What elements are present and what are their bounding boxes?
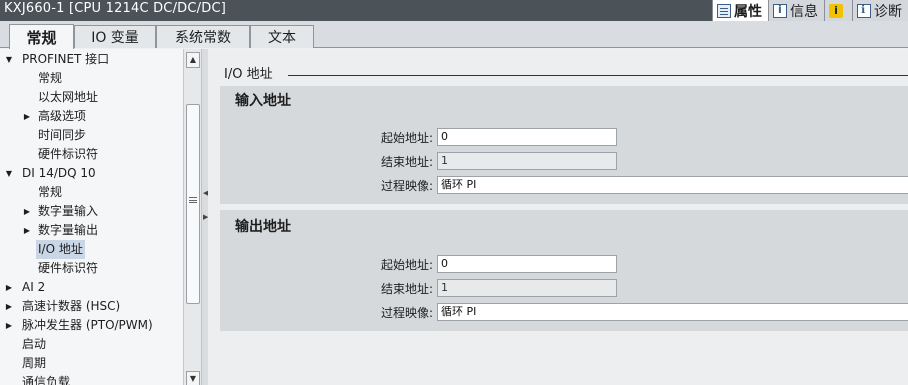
tree-item-label: 时间同步 — [38, 128, 87, 142]
input-end-address-field: 1 — [437, 152, 617, 170]
inspector-tabs: 属性 信息 i 诊断 — [712, 0, 908, 21]
output-process-image-label: 过程映像: — [380, 306, 433, 320]
tree-item[interactable]: ▼ PROFINET 接口 — [0, 50, 183, 69]
tree-item-label: 硬件标识符 — [38, 261, 99, 275]
tree-item[interactable]: ▶ 数字量输出 — [0, 221, 183, 240]
tree-item-label: I/O 地址 — [36, 240, 85, 259]
tree-item[interactable]: 周期 — [0, 354, 183, 373]
tab-general[interactable]: 常规 — [9, 24, 74, 49]
input-process-image-select[interactable]: 循环 PI — [437, 176, 908, 194]
tree-item[interactable]: 以太网地址 — [0, 88, 183, 107]
input-address-section: 输入地址 起始地址: 0 结束地址: 1 过程映像: 循环 PI — [220, 86, 908, 204]
tab-texts[interactable]: 文本 — [250, 25, 314, 48]
collapse-arrow-icon[interactable]: ▶ — [4, 278, 14, 297]
inspector-tab-info-label: 信息 — [790, 3, 818, 20]
tree-item-label: 高级选项 — [38, 109, 87, 123]
tab-strip: 常规 IO 变量 系统常数 文本 — [0, 21, 908, 49]
output-address-heading: 输出地址 — [235, 219, 291, 235]
collapse-arrow-icon[interactable]: ▶ — [22, 202, 32, 221]
scroll-thumb[interactable] — [186, 104, 200, 304]
tree-item[interactable]: ▶ 数字量输入 — [0, 202, 183, 221]
tree-item[interactable]: 硬件标识符 — [0, 259, 183, 278]
tree-item-label: 以太网地址 — [38, 90, 99, 104]
output-start-address-label: 起始地址: — [380, 258, 433, 272]
tree-item[interactable]: ▼ DI 14/DQ 10 — [0, 164, 183, 183]
expand-arrow-icon[interactable]: ▼ — [4, 164, 14, 183]
tree-item-label: DI 14/DQ 10 — [22, 166, 96, 180]
inspector-tab-diagnostics-label: 诊断 — [874, 3, 902, 20]
window-title: KXJ660-1 [CPU 1214C DC/DC/DC] — [4, 1, 226, 16]
input-start-address-label: 起始地址: — [380, 131, 433, 145]
tree-item-label: 常规 — [38, 185, 63, 199]
inspector-tab-warning[interactable]: i — [824, 0, 852, 21]
tree-item[interactable]: 时间同步 — [0, 126, 183, 145]
expand-arrow-icon[interactable]: ▼ — [4, 50, 14, 69]
section-title-divider — [288, 75, 908, 76]
input-start-address-field[interactable]: 0 — [437, 128, 617, 146]
inspector-tab-info[interactable]: 信息 — [768, 0, 824, 21]
inspector-tab-properties-label: 属性 — [734, 3, 762, 20]
tree-item[interactable]: 启动 — [0, 335, 183, 354]
panel-splitter[interactable]: ◀ ▶ — [201, 49, 208, 385]
tree-item-label: 数字量输入 — [38, 204, 99, 218]
tree-item-label: 高速计数器 (HSC) — [22, 299, 121, 313]
tree-item[interactable]: ▶ AI 2 — [0, 278, 183, 297]
section-title: I/O 地址 — [224, 63, 279, 82]
scroll-down-button[interactable]: ▼ — [186, 371, 200, 385]
tree-scrollbar[interactable]: ▲ ▼ — [183, 49, 201, 385]
tree-item[interactable]: 硬件标识符 — [0, 145, 183, 164]
tree-item-label: PROFINET 接口 — [22, 52, 110, 66]
input-address-heading: 输入地址 — [235, 93, 291, 109]
output-end-address-field: 1 — [437, 279, 617, 297]
collapse-arrow-icon[interactable]: ▶ — [4, 297, 14, 316]
output-address-section: 输出地址 起始地址: 0 结束地址: 1 过程映像: 循环 PI — [220, 210, 908, 331]
tree-item[interactable]: ▶ 高速计数器 (HSC) — [0, 297, 183, 316]
tab-system-constants[interactable]: 系统常数 — [156, 25, 250, 48]
tree-item[interactable]: 常规 — [0, 69, 183, 88]
warning-icon: i — [829, 3, 843, 18]
input-end-address-label: 结束地址: — [380, 155, 433, 169]
tree-item[interactable]: ▶ 高级选项 — [0, 107, 183, 126]
info-icon — [773, 3, 787, 18]
tree-item[interactable]: ▶ 脉冲发生器 (PTO/PWM) — [0, 316, 183, 335]
tree-item-label: 通信负载 — [22, 375, 71, 385]
navigation-tree: ▼ PROFINET 接口 常规 以太网地址 ▶ 高级选项 时间同步 硬件标识符 ▼ DI 14/… — [0, 49, 183, 385]
splitter-handle-icon[interactable]: ◀ ▶ — [203, 189, 208, 239]
collapse-arrow-icon[interactable]: ▶ — [4, 316, 14, 335]
input-process-image-label: 过程映像: — [380, 179, 433, 193]
scroll-up-button[interactable]: ▲ — [186, 52, 200, 68]
collapse-arrow-icon[interactable]: ▶ — [22, 107, 32, 126]
output-end-address-label: 结束地址: — [380, 282, 433, 296]
tab-io-tags[interactable]: IO 变量 — [74, 25, 156, 48]
tree-item-label: AI 2 — [22, 280, 46, 294]
tree-item-label: 周期 — [22, 356, 47, 370]
collapse-arrow-icon[interactable]: ▶ — [22, 221, 32, 240]
scroll-grip-icon — [189, 197, 197, 203]
tree-item-label: 启动 — [22, 337, 47, 351]
tree-item[interactable]: 通信负载 — [0, 373, 183, 385]
title-bar: KXJ660-1 [CPU 1214C DC/DC/DC] 属性 信息 i 诊断 — [0, 0, 908, 21]
inspector-tab-properties[interactable]: 属性 — [712, 0, 768, 21]
output-process-image-select[interactable]: 循环 PI — [437, 303, 908, 321]
tree-item[interactable]: I/O 地址 — [0, 240, 183, 259]
tree-item-label: 常规 — [38, 71, 63, 85]
inspector-tab-diagnostics[interactable]: 诊断 — [852, 0, 908, 21]
tree-item-label: 硬件标识符 — [38, 147, 99, 161]
properties-content: I/O 地址 输入地址 起始地址: 0 结束地址: 1 过程映像: 循环 PI … — [208, 49, 908, 385]
diagnostics-icon — [857, 3, 871, 18]
output-start-address-field[interactable]: 0 — [437, 255, 617, 273]
tree-item[interactable]: 常规 — [0, 183, 183, 202]
tree-item-label: 数字量输出 — [38, 223, 99, 237]
properties-icon — [717, 3, 731, 18]
tree-item-label: 脉冲发生器 (PTO/PWM) — [22, 318, 153, 332]
